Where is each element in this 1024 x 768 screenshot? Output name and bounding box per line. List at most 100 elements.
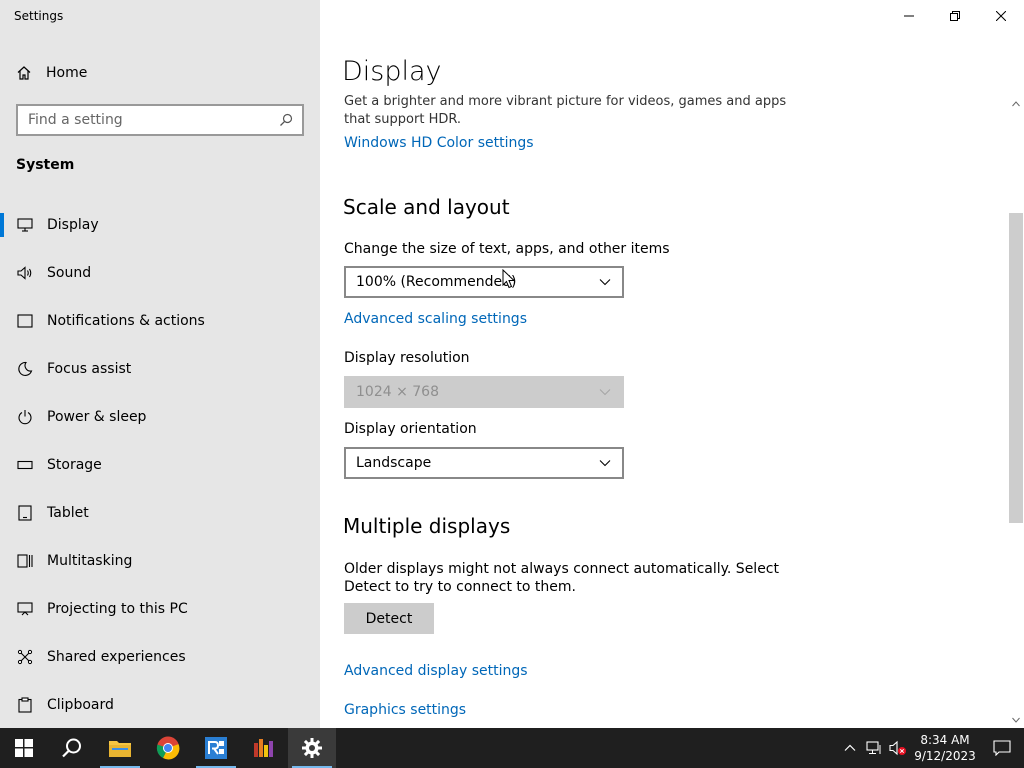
speaker-icon — [16, 264, 34, 282]
chrome-taskbar-button[interactable] — [144, 728, 192, 768]
multiple-displays-heading: Multiple displays — [343, 514, 511, 538]
windows-hd-color-link[interactable]: Windows HD Color settings — [344, 135, 534, 151]
multitasking-icon — [16, 552, 34, 570]
taskbar-search-button[interactable] — [48, 728, 96, 768]
scroll-down-arrow[interactable] — [1008, 712, 1024, 728]
orientation-dropdown[interactable]: Landscape — [344, 447, 624, 479]
restore-icon — [950, 11, 960, 21]
page-title: Display — [342, 56, 442, 87]
chevron-down-icon — [598, 456, 612, 470]
resolution-dropdown: 1024 × 768 — [344, 376, 624, 408]
clock-time: 8:34 AM — [920, 733, 970, 747]
sidebar-item-label: Display — [47, 217, 99, 233]
minimize-icon — [904, 15, 914, 17]
close-icon — [996, 11, 1006, 21]
file-explorer-icon — [109, 741, 131, 757]
search-input[interactable] — [28, 112, 278, 128]
resolution-dropdown-value: 1024 × 768 — [356, 384, 439, 400]
sidebar-item-label: Multitasking — [47, 553, 133, 569]
app-icon — [254, 739, 273, 757]
sidebar-item-projecting[interactable]: Projecting to this PC — [0, 585, 320, 633]
app-taskbar-button[interactable] — [240, 728, 288, 768]
sidebar-item-label: Power & sleep — [47, 409, 147, 425]
settings-taskbar-button[interactable] — [288, 728, 336, 768]
start-button[interactable] — [0, 728, 48, 768]
sidebar-item-shared-experiences[interactable]: Shared experiences — [0, 633, 320, 681]
clipboard-icon — [16, 696, 34, 714]
sidebar-nav: Display Sound Notifications & actions Fo… — [0, 201, 320, 729]
minimize-button[interactable] — [886, 0, 932, 32]
home-icon — [16, 65, 32, 81]
sidebar-item-focus-assist[interactable]: Focus assist — [0, 345, 320, 393]
sidebar-item-sound[interactable]: Sound — [0, 249, 320, 297]
start-icon — [15, 739, 33, 757]
clock-date: 9/12/2023 — [914, 749, 976, 763]
hdr-description: Get a brighter and more vibrant picture … — [344, 94, 787, 127]
chevron-up-icon — [844, 744, 856, 751]
sidebar-item-clipboard[interactable]: Clipboard — [0, 681, 320, 729]
search-icon — [62, 738, 81, 758]
action-center-icon — [993, 740, 1011, 756]
volume-tray-button[interactable] — [886, 728, 910, 768]
sidebar-item-power-sleep[interactable]: Power & sleep — [0, 393, 320, 441]
moon-icon — [16, 360, 34, 378]
orientation-label: Display orientation — [344, 421, 477, 437]
mouse-cursor-icon — [502, 269, 516, 289]
chrome-icon — [156, 736, 180, 760]
storage-icon — [16, 456, 34, 474]
orientation-dropdown-value: Landscape — [356, 455, 432, 471]
search-icon[interactable] — [278, 112, 294, 128]
search-box[interactable] — [16, 104, 304, 136]
multiple-displays-description: Older displays might not always connect … — [344, 561, 779, 595]
taskbar-clock[interactable]: 8:34 AM 9/12/2023 — [910, 732, 980, 764]
home-label: Home — [46, 65, 88, 81]
advanced-display-link[interactable]: Advanced display settings — [344, 663, 528, 679]
sidebar-item-label: Focus assist — [47, 361, 132, 377]
sidebar-item-label: Storage — [47, 457, 102, 473]
restore-button[interactable] — [932, 0, 978, 32]
notification-icon — [16, 312, 34, 330]
projecting-icon — [16, 600, 34, 618]
app-icon — [205, 737, 227, 759]
scroll-up-arrow[interactable] — [1008, 96, 1024, 112]
sidebar-item-label: Notifications & actions — [47, 313, 205, 329]
system-tray: 8:34 AM 9/12/2023 — [838, 728, 1024, 768]
sidebar-item-notifications[interactable]: Notifications & actions — [0, 297, 320, 345]
window-controls — [886, 0, 1024, 32]
show-hidden-icons-button[interactable] — [838, 728, 862, 768]
shared-icon — [16, 648, 34, 666]
sidebar-item-label: Clipboard — [47, 697, 114, 713]
chevron-down-icon — [598, 275, 612, 289]
scale-layout-heading: Scale and layout — [343, 195, 510, 219]
chevron-down-icon — [598, 385, 612, 399]
close-button[interactable] — [978, 0, 1024, 32]
scrollbar-thumb[interactable] — [1009, 213, 1023, 523]
home-nav-item[interactable]: Home — [16, 61, 87, 85]
action-center-button[interactable] — [980, 728, 1024, 768]
scale-dropdown[interactable]: 100% (Recommended) — [344, 266, 624, 298]
taskbar: 8:34 AM 9/12/2023 — [0, 728, 1024, 768]
sidebar-item-multitasking[interactable]: Multitasking — [0, 537, 320, 585]
sidebar-item-label: Shared experiences — [47, 649, 186, 665]
file-explorer-taskbar-button[interactable] — [96, 728, 144, 768]
sidebar-item-tablet[interactable]: Tablet — [0, 489, 320, 537]
scale-dropdown-value: 100% (Recommended) — [356, 274, 517, 290]
size-label: Change the size of text, apps, and other… — [344, 241, 670, 257]
monitor-icon — [16, 216, 34, 234]
sidebar-item-storage[interactable]: Storage — [0, 441, 320, 489]
detect-button[interactable]: Detect — [344, 603, 434, 634]
app-title: Settings — [14, 9, 64, 23]
settings-icon — [302, 738, 322, 758]
sidebar-item-label: Tablet — [47, 505, 89, 521]
section-header: System — [16, 157, 75, 173]
power-icon — [16, 408, 34, 426]
sidebar-item-label: Sound — [47, 265, 92, 281]
advanced-scaling-link[interactable]: Advanced scaling settings — [344, 311, 527, 327]
graphics-settings-link[interactable]: Graphics settings — [344, 702, 466, 718]
tablet-icon — [16, 504, 34, 522]
main-content: Display Get a brighter and more vibrant … — [320, 0, 1024, 728]
network-tray-button[interactable] — [862, 728, 886, 768]
sidebar-item-display[interactable]: Display — [0, 201, 320, 249]
app-taskbar-button[interactable] — [192, 728, 240, 768]
volume-muted-icon — [889, 740, 906, 756]
